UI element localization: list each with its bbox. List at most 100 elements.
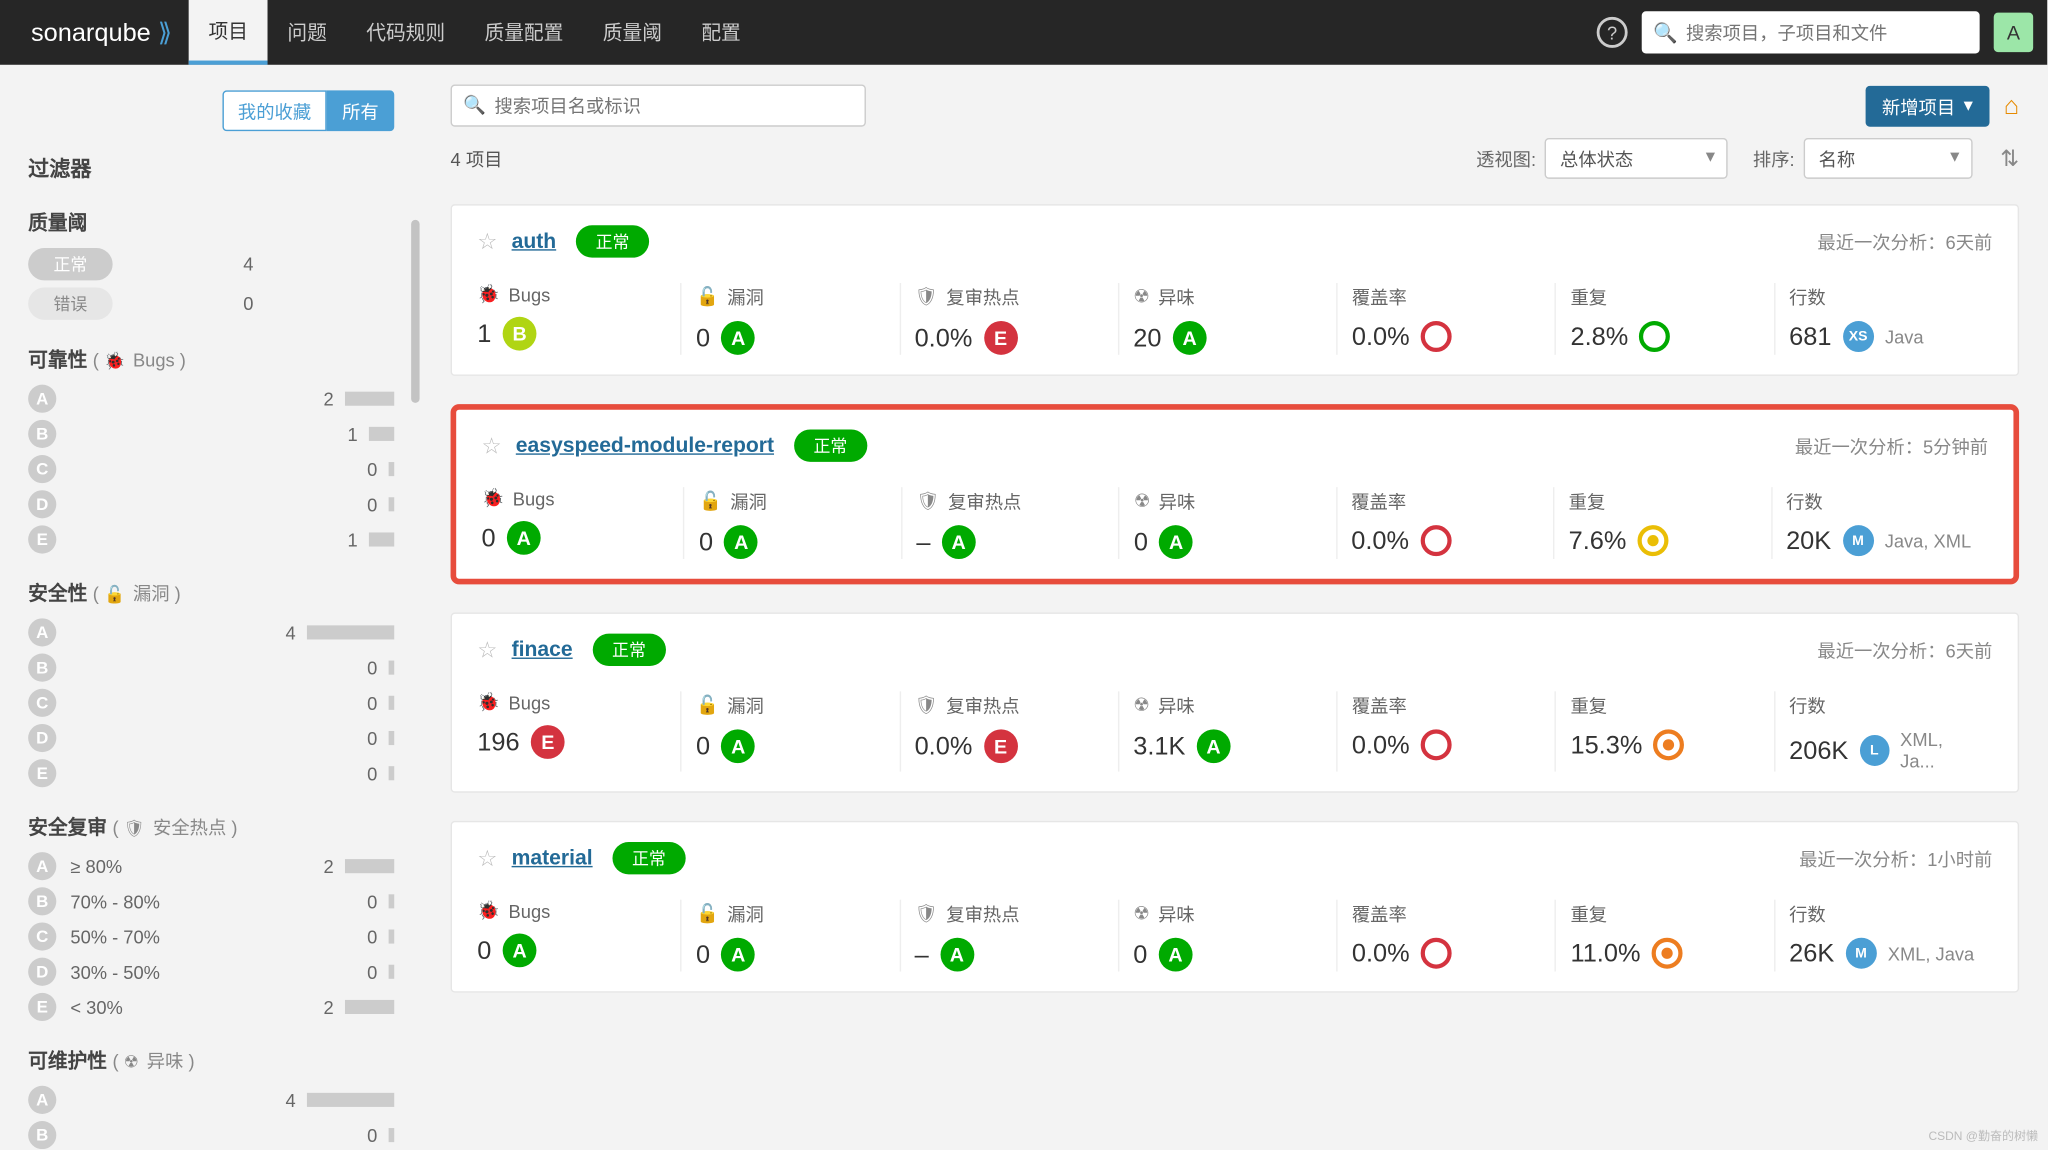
metric-coverage[interactable]: 覆盖率 0.0% [1336,900,1555,972]
facet-row[interactable]: B 1 [28,420,394,448]
lock-icon: 🔓 [696,693,719,716]
sort-select[interactable]: 名称 [1803,138,1972,179]
watermark: CSDN @勤奋的树懒 [1928,1127,2038,1144]
project-name-link[interactable]: finace [512,638,573,662]
logo[interactable]: sonarqube ⟫ [14,18,189,48]
facet-row[interactable]: 正常 4 [28,248,394,280]
metric-lines[interactable]: 行数 206KLXML, Ja... [1774,691,1993,771]
coverage-value: 0.0% [1352,938,1410,968]
project-name-link[interactable]: easyspeed-module-report [516,434,774,458]
bugs-value: 0 [477,936,491,966]
metric-hotspots[interactable]: 🛡复审热点 0.0%E [899,283,1118,355]
quality-gate-status: 正常 [576,225,649,257]
rating-badge: B [28,420,56,448]
metric-vulnerabilities[interactable]: 🔓漏洞 0A [680,691,899,771]
facet-row[interactable]: C 0 [28,689,394,717]
sort-order-icon[interactable]: ⇅ [2000,144,2019,172]
vuln-value: 0 [696,940,710,970]
project-search[interactable]: 🔍 [451,84,866,126]
coverage-circle [1421,321,1452,352]
facet-row[interactable]: B 70% - 80% 0 [28,887,394,915]
nav-gates[interactable]: 质量阈 [583,0,682,65]
metric-duplication[interactable]: 重复 7.6% [1553,487,1770,559]
metric-smells[interactable]: ☢异味 3.1KA [1118,691,1337,771]
metric-duplication[interactable]: 重复 11.0% [1555,900,1774,972]
facet-row[interactable]: A ≥ 80% 2 [28,852,394,880]
home-icon[interactable]: ⌂ [2004,91,2019,121]
metric-smells[interactable]: ☢异味 0A [1118,900,1337,972]
metric-bugs[interactable]: 🐞Bugs 196E [477,691,680,771]
facet-row[interactable]: E 0 [28,759,394,787]
metric-coverage[interactable]: 覆盖率 0.0% [1336,691,1555,771]
facet-row[interactable]: E < 30% 2 [28,993,394,1021]
favorite-star-icon[interactable]: ☆ [477,227,497,255]
metric-lines[interactable]: 行数 26KMXML, Java [1774,900,1993,972]
facet-row[interactable]: D 0 [28,490,394,518]
facet-row[interactable]: B 0 [28,1121,394,1149]
metric-bugs[interactable]: 🐞Bugs 1B [477,283,680,355]
metric-bugs[interactable]: 🐞Bugs 0A [482,487,684,559]
nav-rules[interactable]: 代码规则 [347,0,465,65]
rating-badge: A [28,618,56,646]
shield-icon: 🛡 [915,285,938,308]
metric-vulnerabilities[interactable]: 🔓漏洞 0A [683,487,900,559]
facet-row[interactable]: A 4 [28,1086,394,1114]
metric-duplication[interactable]: 重复 2.8% [1555,283,1774,355]
metric-lines[interactable]: 行数 681XSJava [1774,283,1993,355]
metric-smells[interactable]: ☢异味 20A [1118,283,1337,355]
smell-icon: ☢ [124,1052,139,1072]
metric-lines[interactable]: 行数 20KMJava, XML [1771,487,1988,559]
facet-count: 0 [349,727,377,748]
favorite-star-icon[interactable]: ☆ [477,636,497,664]
facet-count: 0 [349,692,377,713]
metric-duplication[interactable]: 重复 15.3% [1555,691,1774,771]
facet-row[interactable]: A 2 [28,384,394,412]
metric-hotspots[interactable]: 🛡复审热点 –A [899,900,1118,972]
help-icon[interactable]: ? [1597,17,1628,48]
nav-profiles[interactable]: 质量配置 [465,0,583,65]
facet-bar [389,497,395,511]
facet-row[interactable]: A 4 [28,618,394,646]
facet-row[interactable]: B 0 [28,653,394,681]
perspective-select[interactable]: 总体状态 [1545,138,1728,179]
rating-badge: D [28,724,56,752]
favorite-star-icon[interactable]: ☆ [477,844,497,872]
user-avatar[interactable]: A [1994,13,2033,52]
facet-row[interactable]: E 1 [28,525,394,553]
facet-row[interactable]: D 30% - 50% 0 [28,957,394,985]
nav-admin[interactable]: 配置 [682,0,761,65]
tab-all[interactable]: 所有 [327,90,395,131]
facet-count: 4 [268,1089,296,1110]
rating-badge: E [28,525,56,553]
global-search-input[interactable] [1686,22,1968,43]
favorite-star-icon[interactable]: ☆ [482,432,502,460]
metric-vulnerabilities[interactable]: 🔓漏洞 0A [680,900,899,972]
project-name-link[interactable]: auth [512,230,557,254]
section-security: 安全性 ( 🔓 漏洞 ) [28,579,394,607]
metric-hotspots[interactable]: 🛡复审热点 –A [901,487,1118,559]
logo-sonar: sonar [31,18,94,46]
facet-count: 4 [268,622,296,643]
global-search[interactable]: 🔍 [1642,11,1980,53]
facet-row[interactable]: C 50% - 70% 0 [28,922,394,950]
metric-hotspots[interactable]: 🛡复审热点 0.0%E [899,691,1118,771]
project-count: 4 项目 [451,145,503,172]
section-review: 安全复审 ( 🛡 安全热点 ) [28,812,394,840]
facet-label: ≥ 80% [70,855,305,876]
facet-row[interactable]: C 0 [28,455,394,483]
facet-row[interactable]: 错误 0 [28,287,394,319]
metric-coverage[interactable]: 覆盖率 0.0% [1336,283,1555,355]
project-search-input[interactable] [494,95,853,116]
nav-projects[interactable]: 项目 [189,0,268,65]
new-project-button[interactable]: 新增项目 ▾ [1865,85,1990,126]
metric-coverage[interactable]: 覆盖率 0.0% [1336,487,1553,559]
nav-issues[interactable]: 问题 [268,0,347,65]
tab-favorites[interactable]: 我的收藏 [222,90,326,131]
facet-count: 0 [225,293,253,314]
project-name-link[interactable]: material [512,846,593,870]
metric-smells[interactable]: ☢异味 0A [1118,487,1335,559]
bug-icon: 🐞 [482,487,505,510]
metric-bugs[interactable]: 🐞Bugs 0A [477,900,680,972]
metric-vulnerabilities[interactable]: 🔓漏洞 0A [680,283,899,355]
facet-row[interactable]: D 0 [28,724,394,752]
